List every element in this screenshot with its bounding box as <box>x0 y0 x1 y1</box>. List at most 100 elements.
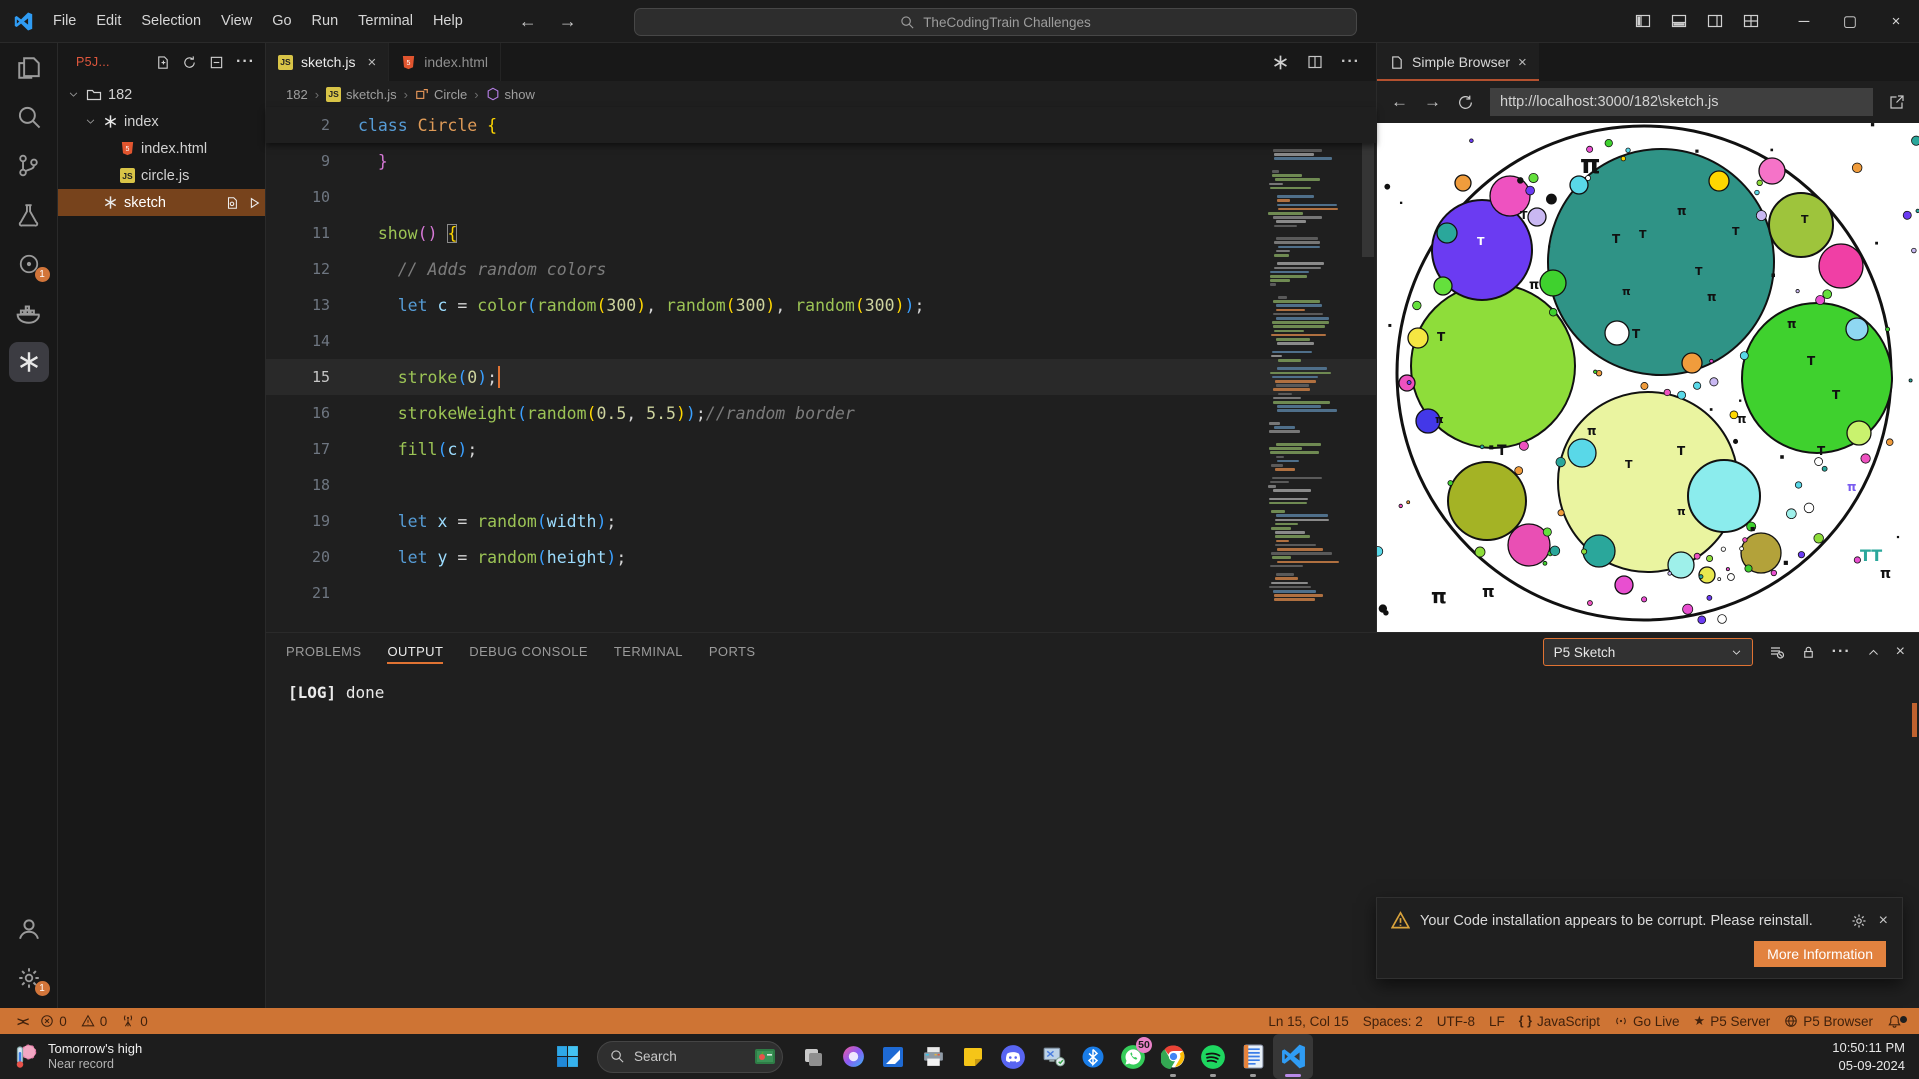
code-line-21[interactable]: 21 <box>266 575 1376 611</box>
status-go-live[interactable]: Go Live <box>1607 1014 1687 1029</box>
taskbar-search[interactable]: Search <box>597 1041 783 1073</box>
tab-index.html[interactable]: 5index.html <box>389 43 501 81</box>
weather-widget[interactable]: Tomorrow's high Near record <box>0 1041 230 1073</box>
open-file-icon[interactable] <box>225 196 239 210</box>
tree-item-circle.js[interactable]: JScircle.js <box>58 162 265 189</box>
nav-forward-icon[interactable]: → <box>559 11 577 32</box>
more-icon[interactable]: ··· <box>1341 53 1360 71</box>
status-0[interactable]: 0 <box>114 1014 155 1029</box>
p5-asterisk-icon[interactable] <box>1272 54 1289 71</box>
code-line-16[interactable]: 16 strokeWeight(random(0.5, 5.5));//rand… <box>266 395 1376 431</box>
activity-docker-icon[interactable] <box>0 288 58 337</box>
status-0[interactable]: 0 <box>74 1014 115 1029</box>
sticky-scroll-line[interactable]: 2class Circle { <box>266 107 1376 143</box>
split-editor-icon[interactable] <box>1307 54 1323 70</box>
taskbar-clock[interactable]: 10:50:11 PM 05-09-2024 <box>1832 1039 1905 1074</box>
taskbar-remote-desktop-icon[interactable] <box>1033 1034 1073 1079</box>
maximize-button[interactable]: ▢ <box>1827 0 1873 43</box>
close-icon[interactable]: × <box>1518 54 1527 71</box>
refresh-icon[interactable] <box>182 55 197 70</box>
status-ln-15-col-15[interactable]: Ln 15, Col 15 <box>1261 1014 1355 1029</box>
panel-tab-output[interactable]: OUTPUT <box>387 633 443 671</box>
notification-close-icon[interactable]: × <box>1879 912 1888 930</box>
taskbar-stacked-windows-icon[interactable] <box>793 1034 833 1079</box>
lock-scroll-icon[interactable] <box>1801 645 1816 660</box>
clear-output-icon[interactable] <box>1769 644 1785 660</box>
status-spaces-2[interactable]: Spaces: 2 <box>1356 1014 1430 1029</box>
activity-account-icon[interactable] <box>0 904 58 953</box>
browser-forward-icon[interactable]: → <box>1424 92 1441 112</box>
status-remote-icon[interactable]: >< <box>10 1014 33 1029</box>
status-p5-browser[interactable]: P5 Browser <box>1777 1014 1880 1029</box>
tree-item-sketch[interactable]: sketch <box>58 189 265 216</box>
code-line-11[interactable]: 11 show() { <box>266 215 1376 251</box>
taskbar-vscode-icon[interactable] <box>1273 1034 1313 1079</box>
panel-tab-debug-console[interactable]: DEBUG CONSOLE <box>469 633 588 671</box>
taskbar-sticky-notes-icon[interactable] <box>953 1034 993 1079</box>
code-line-18[interactable]: 18 <box>266 467 1376 503</box>
taskbar-spotify-icon[interactable] <box>1193 1034 1233 1079</box>
editor-scrollbar[interactable] <box>1362 107 1374 607</box>
status-0[interactable]: 0 <box>33 1014 74 1029</box>
breadcrumb-show[interactable]: show <box>486 87 535 102</box>
tab-sketch.js[interactable]: JSsketch.js× <box>266 43 389 81</box>
code-editor[interactable]: 2class Circle {9 }1011 show() {12 // Add… <box>266 107 1376 632</box>
activity-p5-sketch-icon[interactable] <box>0 337 58 386</box>
taskbar-scanner-icon[interactable] <box>873 1034 913 1079</box>
menu-run[interactable]: Run <box>302 0 349 43</box>
close-icon[interactable]: × <box>367 54 376 71</box>
taskbar-whatsapp-icon[interactable]: 50 <box>1113 1034 1153 1079</box>
tab-simple-browser[interactable]: Simple Browser × <box>1377 43 1539 81</box>
p5-sketch-canvas[interactable]: ππTπTπTπTπTπTπTππTTπTTTTTπTTπTπ <box>1377 123 1919 632</box>
nav-back-icon[interactable]: ← <box>519 11 537 32</box>
panel-tab-ports[interactable]: PORTS <box>709 633 756 671</box>
run-icon[interactable] <box>247 196 261 210</box>
status-utf-8[interactable]: UTF-8 <box>1430 1014 1482 1029</box>
code-line-20[interactable]: 20 let y = random(height); <box>266 539 1376 575</box>
notification-settings-gear-icon[interactable] <box>1851 913 1867 929</box>
taskbar-printer-icon[interactable] <box>913 1034 953 1079</box>
close-button[interactable]: × <box>1873 0 1919 43</box>
collapse-icon[interactable] <box>209 55 224 70</box>
menu-view[interactable]: View <box>211 0 262 43</box>
menu-help[interactable]: Help <box>423 0 473 43</box>
panel-tab-terminal[interactable]: TERMINAL <box>614 633 683 671</box>
taskbar-bluetooth-icon[interactable] <box>1073 1034 1113 1079</box>
browser-back-icon[interactable]: ← <box>1391 92 1408 112</box>
panel-tab-problems[interactable]: PROBLEMS <box>286 633 361 671</box>
activity-files-icon[interactable] <box>0 43 58 92</box>
code-line-10[interactable]: 10 <box>266 179 1376 215</box>
close-panel-icon[interactable]: × <box>1896 643 1905 661</box>
activity-p5-libraries-icon[interactable]: 1 <box>0 239 58 288</box>
code-line-12[interactable]: 12 // Adds random colors <box>266 251 1376 287</box>
status-javascript[interactable]: { }JavaScript <box>1512 1014 1607 1029</box>
tree-item-index.html[interactable]: 5index.html <box>58 135 265 162</box>
taskbar-chrome-icon[interactable] <box>1153 1034 1193 1079</box>
panel-scrollbar[interactable] <box>1912 703 1917 737</box>
toggle-secondary-sidebar-icon[interactable] <box>1707 13 1723 29</box>
taskbar-copilot-icon[interactable] <box>833 1034 873 1079</box>
url-input[interactable]: http://localhost:3000/182\sketch.js <box>1490 88 1873 116</box>
code-line-9[interactable]: 9 } <box>266 143 1376 179</box>
status-p5-server[interactable]: ★P5 Server <box>1687 1013 1778 1029</box>
activity-settings-gear-icon[interactable]: 1 <box>0 953 58 1002</box>
taskbar-discord-icon[interactable] <box>993 1034 1033 1079</box>
taskbar-notepad-icon[interactable] <box>1233 1034 1273 1079</box>
code-line-15[interactable]: 15 stroke(0); <box>266 359 1376 395</box>
open-external-icon[interactable] <box>1889 94 1905 110</box>
minimap[interactable] <box>1266 107 1346 607</box>
code-line-13[interactable]: 13 let c = color(random(300), random(300… <box>266 287 1376 323</box>
browser-reload-icon[interactable] <box>1457 94 1474 111</box>
tree-item-index[interactable]: index <box>58 108 265 135</box>
menu-go[interactable]: Go <box>262 0 301 43</box>
status-bell-icon[interactable] <box>1880 1014 1909 1029</box>
toggle-panel-icon[interactable] <box>1671 13 1687 29</box>
maximize-panel-icon[interactable] <box>1867 646 1880 659</box>
activity-test-beaker-icon[interactable] <box>0 190 58 239</box>
more-icon[interactable]: ··· <box>1832 643 1851 661</box>
output-log[interactable]: [LOG] done <box>266 671 1919 702</box>
more-information-button[interactable]: More Information <box>1754 941 1886 967</box>
toggle-sidebar-icon[interactable] <box>1635 13 1651 29</box>
more-icon[interactable]: ··· <box>236 53 255 71</box>
breadcrumb-Circle[interactable]: Circle <box>415 87 467 102</box>
